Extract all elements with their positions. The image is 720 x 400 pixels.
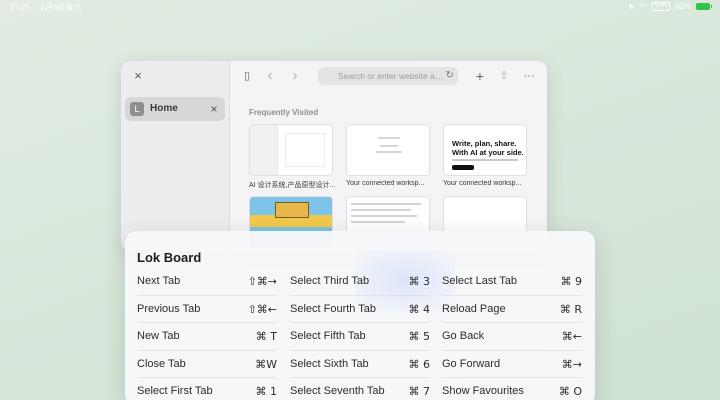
thumb-illustration — [275, 202, 309, 218]
shortcut-keys: ⌘ 1 — [255, 385, 278, 398]
shortcut-label: Select Third Tab — [290, 275, 370, 287]
location-icon: ➤ — [627, 2, 635, 11]
shortcut-row[interactable]: Select First Tab ⌘ 1 — [137, 378, 277, 400]
lok-board-title: Lok Board — [137, 250, 202, 265]
thumb-subtext — [452, 159, 518, 161]
shortcut-keys: ⌘ 6 — [408, 357, 431, 371]
wifi-icon: ◠ — [639, 2, 647, 11]
thumb-hero-line-1: Write, plan, share. — [452, 139, 517, 148]
sidebar-icon[interactable]: ▯ — [240, 69, 254, 83]
forward-icon[interactable]: › — [288, 68, 302, 83]
thumbnail-2-label: Your connected worksp... — [346, 180, 425, 187]
shortcut-label: Select Last Tab — [442, 275, 518, 287]
status-date: 2月3日周六 — [40, 3, 82, 12]
tab-close-icon[interactable]: × — [207, 102, 221, 116]
tab-label: Home — [150, 103, 178, 114]
page-content: ▯ ‹ › Search or enter website a… ↻ + ⇪ ·… — [230, 61, 547, 251]
reload-icon[interactable]: ↻ — [446, 67, 454, 85]
new-tab-icon[interactable]: + — [473, 69, 487, 83]
shortcut-column-2: Select Third Tab ⌘ 3 Select Fourth Tab ⌘ 4… — [290, 268, 430, 400]
thumb-line — [378, 137, 400, 139]
shortcut-label: Select First Tab — [137, 385, 213, 397]
thumb-hero-line-2: With AI at your side. — [452, 148, 524, 157]
shortcut-row[interactable]: Go Back ⌘← — [442, 323, 582, 351]
thumb-row — [351, 203, 421, 205]
status-bar: 17:25 2月3日周六 ➤ ◠ VPN 82% — [0, 0, 720, 14]
thumb-row — [351, 209, 411, 211]
battery-percent: 82% — [674, 2, 691, 11]
thumb-hero: Write, plan, share. With AI at your side… — [452, 139, 524, 157]
search-placeholder: Search or enter website a… — [338, 71, 444, 81]
thumb-line — [376, 151, 402, 153]
thumb-button — [452, 165, 474, 170]
shortcut-row[interactable]: Previous Tab ⇧⌘← — [137, 296, 277, 323]
shortcut-label: Select Seventh Tab — [290, 385, 385, 397]
shortcut-column-3: Select Last Tab ⌘ 9 Reload Page ⌘ R Go Bac… — [442, 268, 582, 400]
shortcut-row[interactable]: Close Tab ⌘W — [137, 351, 277, 378]
shortcut-keys: ⌘ 4 — [408, 302, 431, 316]
shortcut-row[interactable]: Show Favourites ⌘ O — [442, 378, 582, 400]
shortcut-keys: ⌘ R — [559, 302, 582, 316]
shortcut-keys: ⌘ 5 — [408, 330, 431, 343]
thumbnail-2[interactable] — [346, 124, 430, 176]
frequently-visited-title: Frequently Visited — [249, 108, 319, 117]
share-icon[interactable]: ⇪ — [497, 69, 511, 83]
thumbnail-1[interactable] — [249, 124, 333, 176]
shortcut-keys: ⌘ 9 — [560, 275, 583, 288]
shortcut-row[interactable]: Select Fourth Tab ⌘ 4 — [290, 296, 431, 323]
vpn-badge: VPN — [651, 2, 670, 11]
thumbnail-3[interactable]: Write, plan, share. With AI at your side… — [443, 124, 527, 176]
tab-avatar: L — [130, 102, 144, 116]
shortcut-label: Previous Tab — [137, 302, 201, 315]
address-bar[interactable]: Search or enter website a… ↻ — [318, 67, 458, 85]
shortcut-keys: ⌘→ — [561, 357, 582, 371]
shortcut-row[interactable]: Select Seventh Tab ⌘ 7 — [290, 378, 430, 400]
shortcut-label: Reload Page — [442, 302, 506, 315]
thumb-row — [351, 215, 417, 217]
thumb-line — [380, 145, 398, 147]
shortcut-label: Show Favourites — [442, 385, 524, 397]
shortcut-label: Select Sixth Tab — [290, 357, 369, 370]
shortcut-keys: ⇧⌘← — [247, 302, 277, 316]
more-icon[interactable]: ··· — [520, 69, 538, 83]
battery-icon — [696, 3, 712, 10]
shortcut-row[interactable]: Select Sixth Tab ⌘ 6 — [290, 351, 431, 378]
shortcut-column-1: Next Tab ⇧⌘→ Previous Tab ⇧⌘← New Tab ⌘ T C… — [137, 268, 277, 400]
back-icon[interactable]: ‹ — [263, 68, 277, 83]
shortcut-label: Next Tab — [137, 275, 181, 287]
toolbar: ▯ ‹ › Search or enter website a… ↻ + ⇪ ·… — [230, 61, 547, 91]
shortcut-label: Go Forward — [442, 357, 501, 370]
shortcut-keys: ⌘W — [255, 357, 277, 371]
shortcut-keys: ⌘ T — [255, 330, 277, 343]
tab-sidebar: × L Home × — [121, 61, 230, 251]
shortcut-keys: ⇧⌘→ — [247, 275, 277, 288]
shortcut-label: Close Tab — [137, 357, 186, 370]
shortcut-keys: ⌘ 7 — [408, 385, 431, 398]
thumb-box — [285, 133, 325, 167]
shortcut-keys: ⌘ O — [558, 385, 582, 398]
status-time: 17:25 — [10, 3, 31, 12]
shortcut-keys: ⌘← — [561, 330, 582, 343]
shortcut-row[interactable]: Go Forward ⌘→ — [442, 351, 582, 378]
shortcut-label: Select Fifth Tab — [290, 330, 366, 342]
tab-home[interactable]: L Home × — [125, 97, 225, 121]
shortcut-row[interactable]: Select Third Tab ⌘ 3 — [290, 268, 430, 296]
shortcut-row[interactable]: New Tab ⌘ T — [137, 323, 277, 351]
thumbnail-3-label: Your connected worksp... — [443, 180, 522, 187]
thumb-sidebar — [250, 125, 278, 175]
shortcut-label: Go Back — [442, 330, 485, 342]
close-icon[interactable]: × — [131, 69, 145, 83]
shortcut-keys: ⌘ 3 — [408, 275, 431, 288]
shortcut-label: Select Fourth Tab — [290, 302, 377, 315]
shortcut-row[interactable]: Next Tab ⇧⌘→ — [137, 268, 277, 296]
shortcut-row[interactable]: Reload Page ⌘ R — [442, 296, 582, 323]
lok-board-panel: Lok Board Next Tab ⇧⌘→ Previous Tab ⇧⌘← Ne… — [125, 231, 595, 400]
thumbnail-1-label: AI 设计系统,产品原型设计... — [249, 182, 335, 189]
thumb-row — [351, 221, 405, 223]
shortcut-row[interactable]: Select Last Tab ⌘ 9 — [442, 268, 582, 296]
shortcut-row[interactable]: Select Fifth Tab ⌘ 5 — [290, 323, 430, 351]
shortcut-label: New Tab — [137, 330, 180, 342]
browser-window: × L Home × ▯ ‹ › Search or enter website… — [121, 61, 547, 251]
